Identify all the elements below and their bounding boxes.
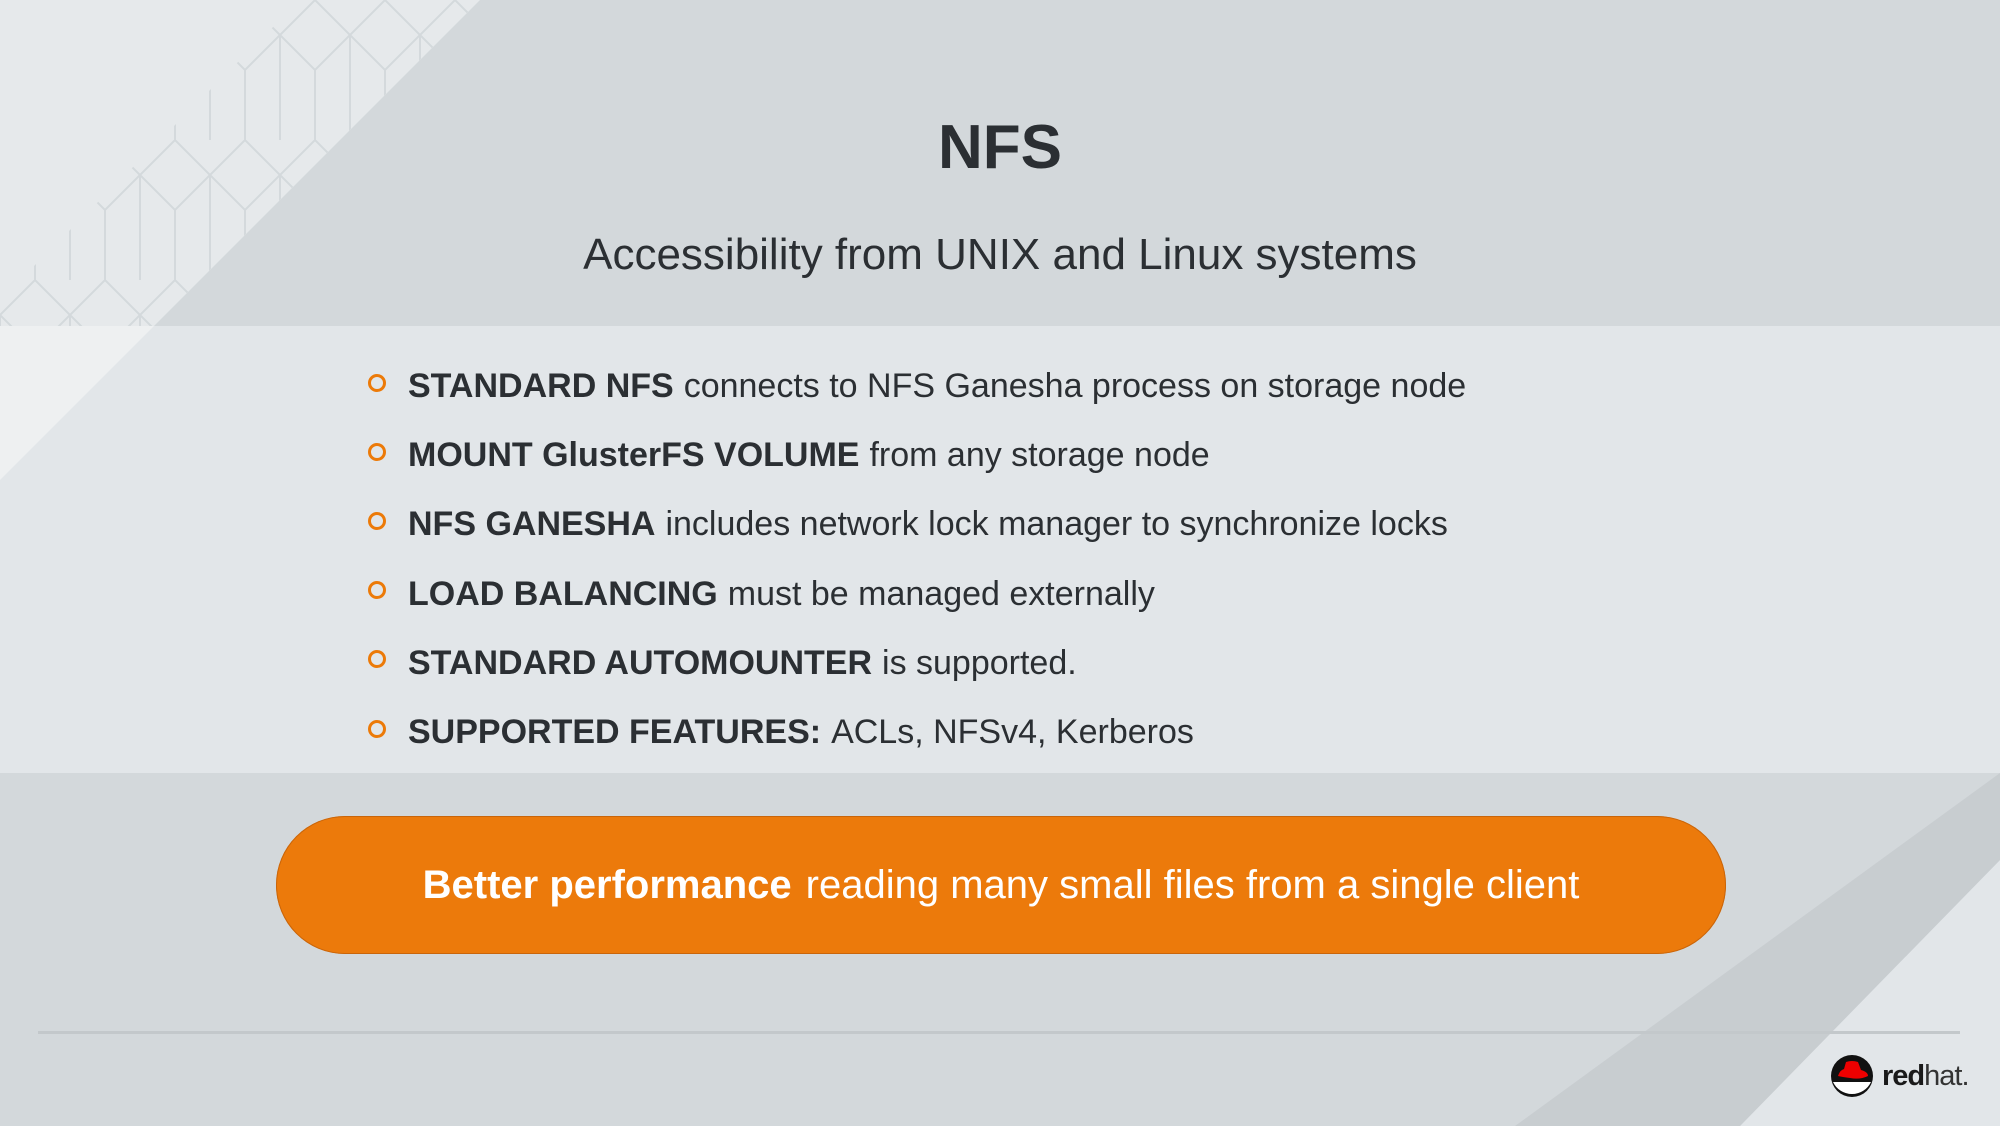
redhat-shadowman-icon — [1831, 1055, 1873, 1097]
bullet-item: SUPPORTED FEATURES: ACLs, NFSv4, Kerberos — [368, 698, 1466, 767]
callout-bold: Better performance — [422, 862, 792, 907]
bullet-bold: STANDARD NFS — [408, 367, 674, 406]
bullet-item: STANDARD AUTOMOUNTER is supported. — [368, 629, 1466, 698]
bullet-bold: NFS GANESHA — [408, 505, 656, 544]
bullet-item: LOAD BALANCING must be managed externally — [368, 560, 1466, 629]
bullet-circle-icon — [368, 719, 386, 738]
redhat-logo: redhat. — [1830, 1054, 1970, 1098]
bullet-list: STANDARD NFS connects to NFS Ganesha proc… — [368, 352, 1466, 767]
bullet-circle-icon — [368, 650, 386, 669]
slide-title: NFS — [938, 113, 1062, 182]
bullet-circle-icon — [368, 373, 386, 392]
callout-text: reading many small files from a single c… — [805, 862, 1580, 907]
bullet-item: NFS GANESHA includes network lock manager… — [368, 490, 1466, 559]
bullet-text: ACLs, NFSv4, Kerberos — [831, 713, 1194, 752]
bullet-text: from any storage node — [869, 436, 1210, 475]
logo-red: red — [1882, 1059, 1925, 1092]
bullet-bold: STANDARD AUTOMOUNTER — [408, 643, 873, 682]
bullet-circle-icon — [368, 581, 386, 600]
bullet-bold: SUPPORTED FEATURES: — [408, 713, 822, 752]
bullet-item: MOUNT GlusterFS VOLUME from any storage n… — [368, 421, 1466, 490]
bullet-circle-icon — [368, 442, 386, 461]
bullet-text: must be managed externally — [727, 574, 1155, 613]
bullet-bold: MOUNT GlusterFS VOLUME — [408, 436, 860, 475]
bullet-circle-icon — [368, 511, 386, 530]
slide-subtitle: Accessibility from UNIX and Linux system… — [583, 230, 1417, 279]
bullet-text: includes network lock manager to synchro… — [665, 505, 1448, 544]
bullet-text: is supported. — [882, 643, 1077, 682]
footer-divider — [38, 1031, 1960, 1034]
bullet-bold: LOAD BALANCING — [408, 574, 718, 613]
bullet-item: STANDARD NFS connects to NFS Ganesha proc… — [368, 352, 1466, 421]
bullet-text: connects to NFS Ganesha process on stora… — [683, 367, 1467, 406]
redhat-wordmark: redhat. — [1882, 1059, 1970, 1093]
logo-hat: hat. — [1924, 1059, 1969, 1092]
callout-banner: Better performance reading many small fi… — [276, 816, 1726, 954]
